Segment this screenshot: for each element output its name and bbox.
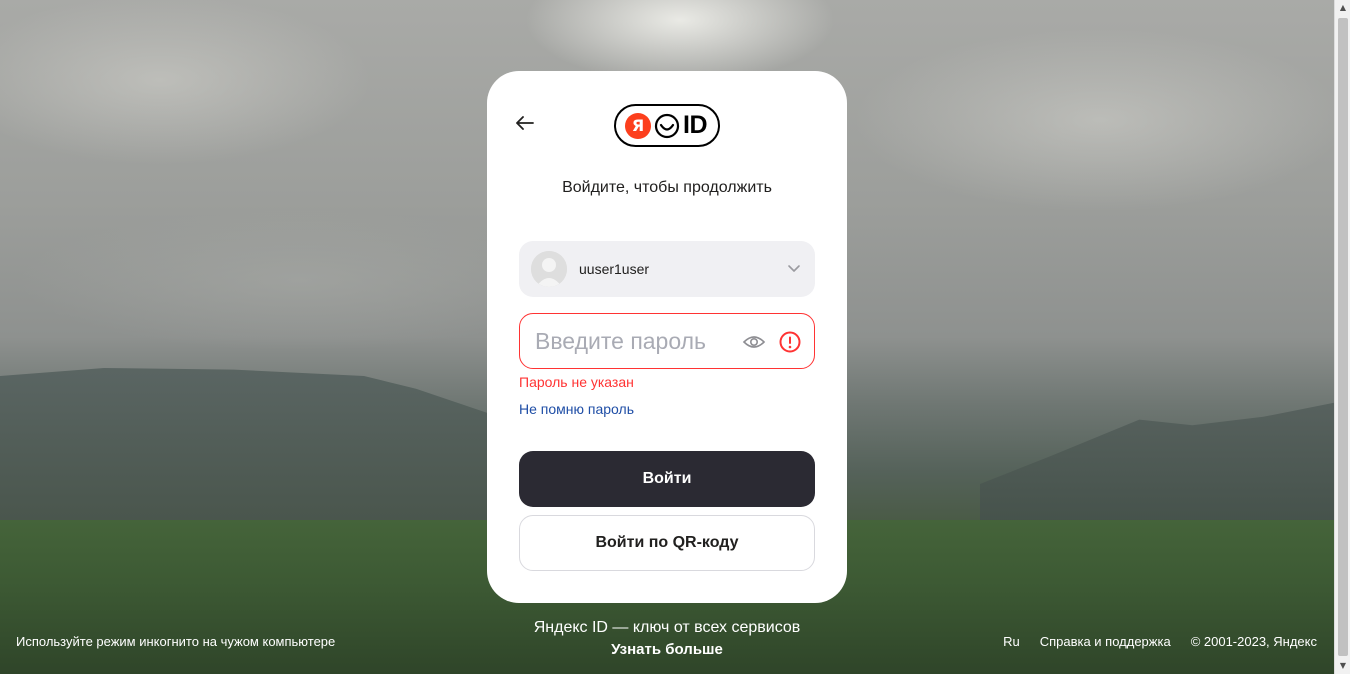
smile-icon — [654, 113, 680, 138]
page-title: Войдите, чтобы продолжить — [562, 179, 772, 196]
password-error-message: Пароль не указан — [519, 374, 634, 390]
help-link[interactable]: Справка и поддержка — [1040, 634, 1171, 649]
scroll-thumb[interactable] — [1338, 18, 1348, 656]
footer-links: Ru Справка и поддержка © 2001-2023, Янде… — [1003, 634, 1317, 649]
qr-login-button[interactable]: Войти по QR-коду — [519, 515, 815, 571]
yandex-logo-icon: Я — [625, 112, 651, 139]
avatar — [531, 251, 567, 287]
page-scrollbar[interactable]: ▲ ▼ — [1334, 0, 1350, 674]
forgot-password-link[interactable]: Не помню пароль — [519, 401, 634, 417]
password-input[interactable] — [535, 327, 745, 355]
alert-icon — [779, 331, 801, 353]
incognito-hint: Используйте режим инкогнито на чужом ком… — [16, 634, 336, 649]
scroll-down-arrow-icon[interactable]: ▼ — [1335, 658, 1350, 674]
scroll-up-arrow-icon[interactable]: ▲ — [1335, 0, 1350, 16]
back-button[interactable] — [513, 111, 537, 135]
login-button[interactable]: Войти — [519, 451, 815, 507]
footer-promo: Яндекс ID — ключ от всех сервисов Узнать… — [487, 619, 847, 658]
eye-icon[interactable] — [742, 330, 766, 354]
copyright-text: © 2001-2023, Яндекс — [1190, 634, 1317, 649]
account-selector[interactable]: uuser1user — [519, 241, 815, 297]
footer-tagline: Яндекс ID — ключ от всех сервисов — [533, 619, 801, 636]
login-card: Я ID Войдите, чтобы продолжить uuser1use… — [487, 71, 847, 603]
logo-id-text: ID — [683, 111, 708, 139]
yandex-id-logo: Я ID — [614, 104, 720, 147]
learn-more-link[interactable]: Узнать больше — [487, 641, 847, 658]
language-switcher[interactable]: Ru — [1003, 634, 1020, 649]
user-avatar-icon — [531, 251, 567, 287]
password-field-wrapper — [519, 313, 815, 369]
account-username: uuser1user — [579, 261, 650, 277]
arrow-left-icon — [516, 116, 534, 130]
chevron-down-icon — [788, 265, 800, 272]
